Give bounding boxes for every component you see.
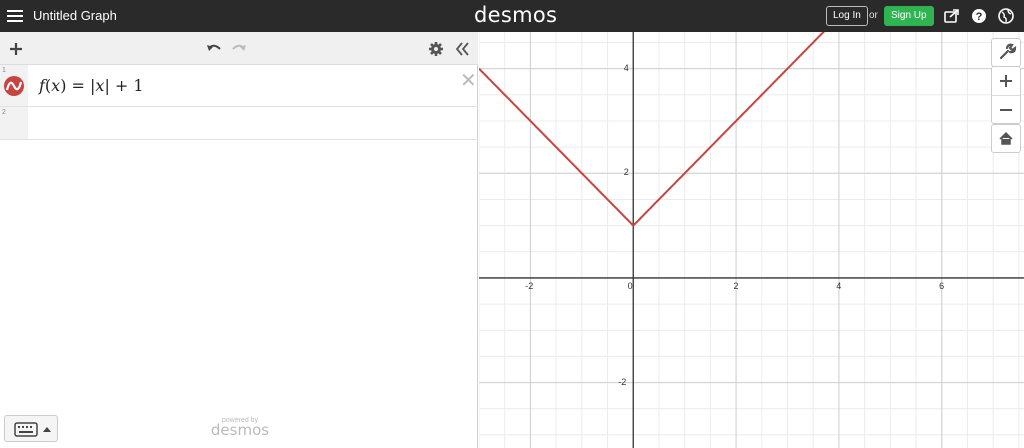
y-tick-label: 2 [623,167,629,178]
double-chevron-left-icon[interactable] [452,39,472,59]
abs-variable: x [95,76,105,95]
keyboard-icon [14,422,51,437]
zoom-in-button[interactable] [992,67,1020,95]
row-number: 1 [2,67,6,74]
globe-icon[interactable] [996,6,1016,26]
log-in-button[interactable]: Log In [826,6,868,26]
or-label: or [869,10,878,21]
powered-by-desmos: powered by desmos [210,417,270,439]
x-tick-label: -2 [525,280,534,291]
y-tick-label: -2 [618,376,627,387]
x-tick-label: 6 [939,280,945,291]
svg-text:?: ? [976,11,983,23]
function-name: f [39,76,45,95]
row-number: 2 [2,109,6,116]
help-icon[interactable]: ? [969,6,989,26]
wrench-icon [999,43,1017,60]
gear-icon[interactable] [426,39,446,59]
y-tick-label: 4 [623,62,629,73]
x-tick-label: 4 [836,280,842,291]
function-variable: x [51,76,61,95]
expression-row[interactable]: 1 f(x) = |x| + 1 ✕ [0,65,478,107]
constant-term: 1 [133,76,144,95]
expression-math[interactable]: f(x) = |x| + 1 [39,76,144,95]
graph-color-toggle-icon[interactable] [3,75,25,97]
expression-panel: 1 f(x) = |x| + 1 ✕ 2 powered by desmos [0,32,478,448]
graph-settings-button[interactable] [991,38,1021,67]
graph-title[interactable]: Untitled Graph [33,8,117,23]
sign-up-button[interactable]: Sign Up [884,6,934,26]
zoom-out-button[interactable] [992,95,1020,123]
curve-f-of-x[interactable] [479,32,1024,228]
default-view-button[interactable] [991,124,1021,153]
plus-icon [1000,75,1012,87]
graph-svg[interactable] [479,32,1024,448]
powered-by-brand: desmos [210,421,270,439]
redo-icon[interactable] [229,39,249,59]
top-bar: Untitled Graph desmos Log In or Sign Up … [0,0,1024,32]
desmos-logo: desmos [474,3,558,27]
x-tick-label: 0 [627,280,633,291]
keyboard-toggle-button[interactable] [4,415,58,442]
home-icon [999,131,1013,145]
zoom-controls [991,66,1021,124]
delete-expression-icon[interactable]: ✕ [460,71,477,91]
x-tick-label: 2 [733,280,739,291]
undo-icon[interactable] [204,39,224,59]
hamburger-menu-icon[interactable] [6,8,24,24]
graph-canvas[interactable]: -2 0 2 4 6 4 2 -2 [479,32,1024,448]
expression-toolbar [0,32,478,65]
minus-icon [1000,109,1012,111]
share-icon[interactable] [942,6,962,26]
plus-icon[interactable] [6,39,26,59]
expression-row-empty[interactable]: 2 [0,107,478,140]
